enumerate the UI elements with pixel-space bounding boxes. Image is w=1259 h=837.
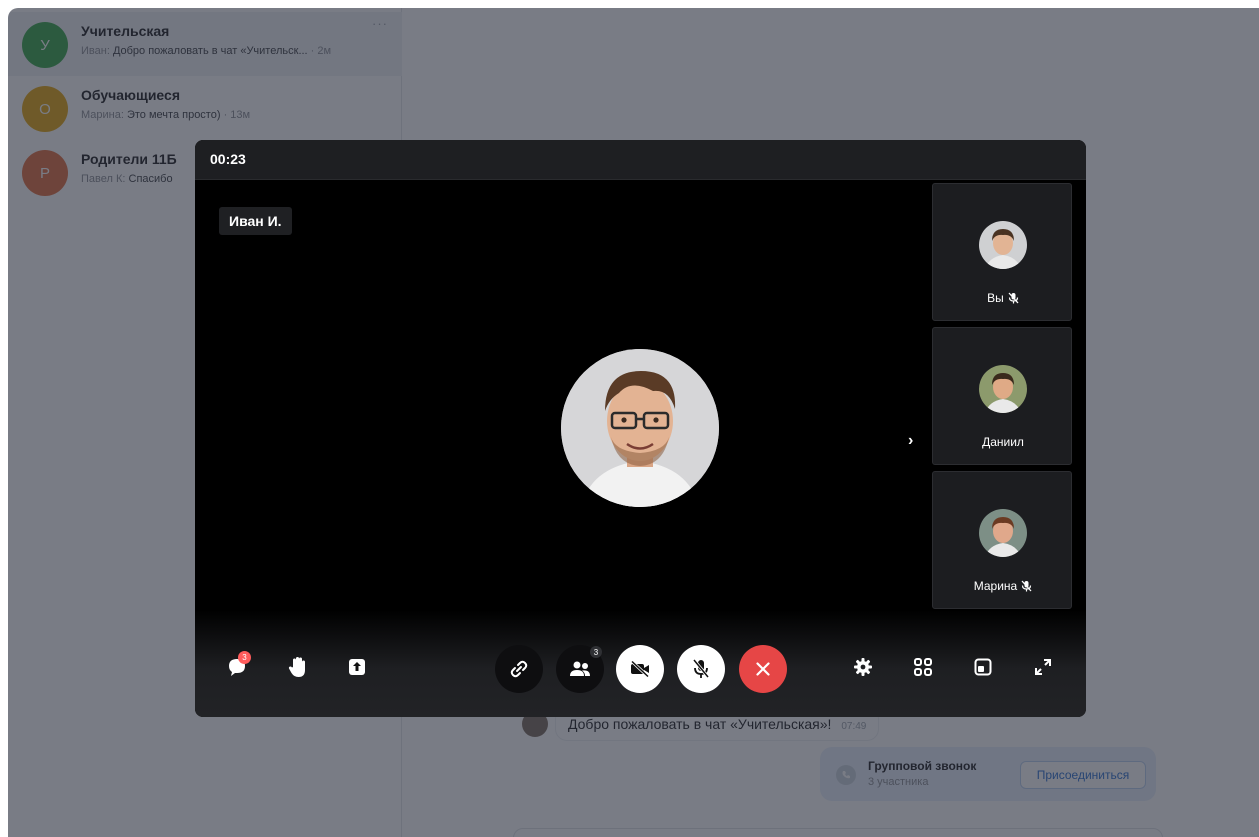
call-header: 00:23 [195, 140, 1086, 180]
link-icon[interactable] [495, 645, 543, 693]
chat-preview: Иван: Добро пожаловать в чат «Учительск.… [81, 45, 331, 57]
participant-name: Марина [973, 579, 1018, 593]
participant-name-row: Вы [933, 291, 1073, 307]
participant-tile[interactable]: Марина [932, 471, 1072, 609]
fullscreen-icon[interactable] [1031, 655, 1055, 679]
chat-preview-author: Марина: [81, 109, 124, 121]
group-call-card: Групповой звонок 3 участника Присоединит… [820, 747, 1156, 801]
chat-more-button[interactable]: ··· [372, 16, 388, 31]
chat-preview-text: Это мечта просто) [126, 109, 221, 121]
participant-avatar [979, 221, 1027, 269]
chat-preview-text: Спасибо [128, 173, 173, 185]
participant-name: Даниил [982, 435, 1024, 449]
participant-name: Вы [987, 291, 1004, 305]
chat-preview-text: Добро пожаловать в чат «Учительск... [112, 45, 308, 57]
mic-off-icon [1021, 580, 1032, 595]
chat-bubble-icon[interactable]: 3 [225, 651, 251, 679]
chat-preview-author: Иван: [81, 45, 110, 57]
chat-preview: Марина: Это мечта просто) · 13м [81, 109, 250, 121]
mic-off-icon[interactable] [677, 645, 725, 693]
participant-avatar [979, 365, 1027, 413]
chat-avatar: О [22, 86, 68, 132]
chat-title: Обучающиеся [81, 87, 180, 103]
chat-badge: 3 [238, 651, 251, 664]
chat-preview-author: Павел К: [81, 173, 126, 185]
message-input[interactable] [513, 828, 1163, 837]
picture-in-picture-icon[interactable] [971, 655, 995, 679]
chat-title: Родители 11Б [81, 151, 177, 167]
call-window: 00:23 Иван И. › Вы Даниил Марина 3 3 [195, 140, 1086, 717]
message-time: 07:49 [841, 721, 867, 732]
chat-title: Учительская [81, 23, 170, 39]
participants-count: 3 [590, 646, 602, 658]
participants-icon[interactable]: 3 [556, 645, 604, 693]
mic-off-icon [1008, 292, 1019, 307]
screen-share-icon[interactable] [345, 655, 369, 679]
group-call-subtitle: 3 участника [868, 776, 929, 788]
end-call-icon[interactable] [739, 645, 787, 693]
participant-name-row: Даниил [933, 435, 1073, 449]
chevron-right-icon[interactable]: › [908, 432, 913, 450]
group-call-title: Групповой звонок [868, 759, 977, 773]
participant-tile[interactable]: Даниил [932, 327, 1072, 465]
gear-icon[interactable] [851, 655, 875, 679]
participant-avatar [979, 509, 1027, 557]
participant-tile[interactable]: Вы [932, 183, 1072, 321]
chat-preview-time: · 13м [223, 109, 251, 121]
speaker-avatar [561, 349, 719, 507]
raise-hand-icon[interactable] [286, 655, 310, 679]
message-text: Добро пожаловать в чат «Учительская»! [568, 716, 832, 732]
call-timer: 00:23 [210, 151, 246, 167]
grid-layout-icon[interactable] [911, 655, 935, 679]
join-call-button[interactable]: Присоединиться [1020, 761, 1146, 789]
participant-name-row: Марина [933, 579, 1073, 595]
chat-item-teachers[interactable]: У Учительская ··· Иван: Добро пожаловать… [8, 12, 402, 76]
chat-preview: Павел К: Спасибо [81, 173, 173, 185]
chat-preview-time: · 2м [310, 45, 332, 57]
call-toolbar: 3 3 [195, 610, 1086, 717]
chat-item-students[interactable]: О Обучающиеся Марина: Это мечта просто) … [8, 76, 402, 140]
camera-off-icon[interactable] [616, 645, 664, 693]
chat-avatar: У [22, 22, 68, 68]
chat-avatar: Р [22, 150, 68, 196]
phone-icon [836, 765, 856, 785]
speaker-name: Иван И. [219, 207, 292, 235]
